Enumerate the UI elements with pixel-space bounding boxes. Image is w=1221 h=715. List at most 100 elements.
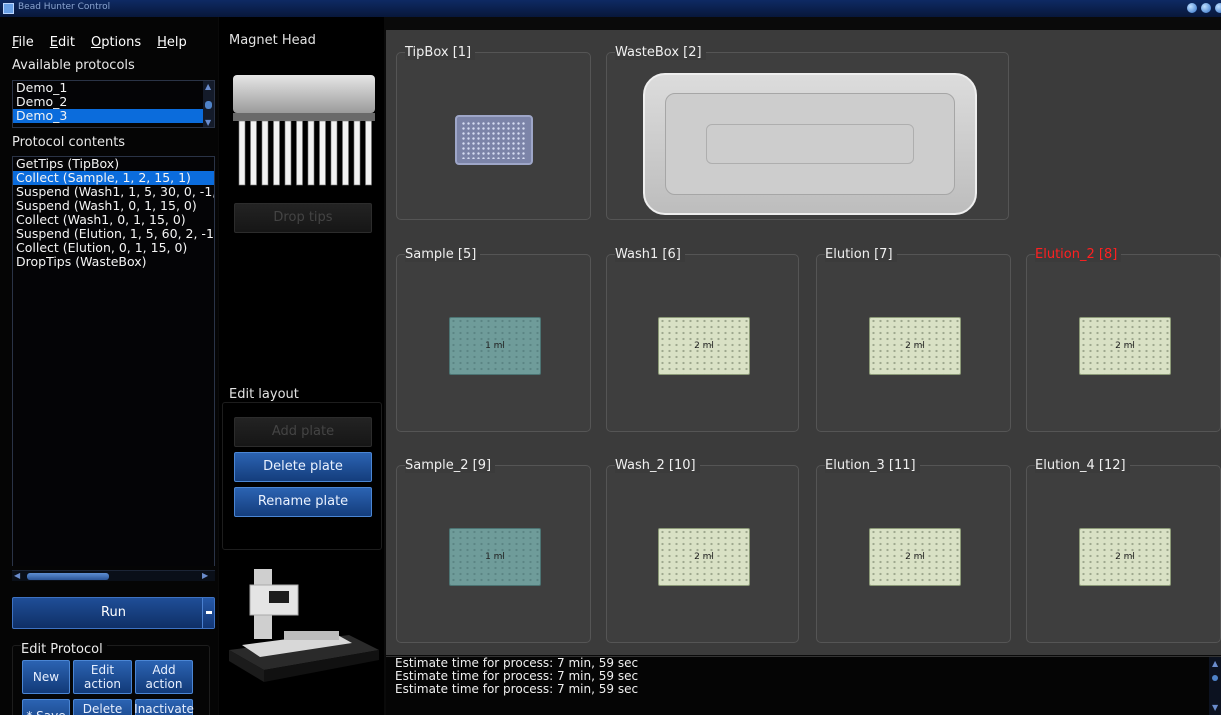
protocol-step-item[interactable]: Suspend (Wash1, 0, 1, 15, 0): [13, 199, 214, 213]
drop-tips-button[interactable]: Drop tips: [234, 203, 372, 233]
menu-edit[interactable]: Edit: [50, 35, 75, 50]
protocol-list-scrollbar[interactable]: ▲ ▼: [203, 81, 214, 127]
protocol-list[interactable]: Demo_1 Demo_2 Demo_3 ▲ ▼: [12, 80, 215, 128]
delete-plate-button[interactable]: Delete plate: [234, 452, 372, 482]
rename-plate-button[interactable]: Rename plate: [234, 487, 372, 517]
plate-volume-label: 2 ml: [1115, 552, 1135, 562]
plate[interactable]: 2 ml: [658, 317, 750, 375]
protocol-item[interactable]: Demo_3: [13, 109, 214, 123]
protocol-step-item[interactable]: GetTips (TipBox): [13, 157, 214, 171]
wastebox-icon[interactable]: [643, 73, 977, 215]
scroll-left-icon[interactable]: ◀: [14, 571, 20, 580]
magnet-head-label: Magnet Head: [229, 33, 316, 48]
scroll-up-icon[interactable]: ▲: [205, 82, 211, 91]
slot-title: Elution_4 [12]: [1035, 458, 1130, 473]
delete-action-button[interactable]: Delete action: [73, 699, 132, 715]
log-scrollbar[interactable]: ▲ ▼: [1209, 657, 1221, 715]
deck-slot[interactable]: Wash_2 [10] 2 ml: [606, 458, 799, 643]
slot-title: Wash_2 [10]: [615, 458, 700, 473]
minimize-button[interactable]: [1187, 3, 1197, 13]
protocol-contents-list[interactable]: GetTips (TipBox) Collect (Sample, 1, 2, 1…: [12, 156, 215, 566]
log-panel: Estimate time for process: 7 min, 59 sec…: [386, 656, 1221, 715]
magnet-pin: [261, 120, 269, 186]
slot-title: WasteBox [2]: [615, 45, 706, 60]
scroll-down-icon[interactable]: ▼: [205, 118, 211, 127]
window-title: Bead Hunter Control: [18, 2, 111, 12]
magnet-pin: [319, 120, 326, 186]
new-button[interactable]: New: [22, 660, 70, 694]
log-line: Estimate time for process: 7 min, 59 sec: [395, 682, 639, 696]
plate[interactable]: 2 ml: [658, 528, 750, 586]
menu-file[interactable]: File: [12, 35, 34, 50]
deck-slot[interactable]: Sample_2 [9] 1 ml: [396, 458, 591, 643]
hscroll-thumb[interactable]: [27, 573, 109, 580]
deck-slot[interactable]: Elution_4 [12] 2 ml: [1026, 458, 1221, 643]
add-plate-button[interactable]: Add plate: [234, 417, 372, 447]
scroll-thumb[interactable]: [205, 101, 212, 109]
maximize-button[interactable]: [1201, 3, 1211, 13]
protocol-step-item[interactable]: DropTips (WasteBox): [13, 255, 214, 269]
log-scroll-down-icon[interactable]: ▼: [1212, 703, 1218, 712]
magnet-pin: [330, 120, 338, 186]
log-scroll-thumb[interactable]: [1212, 675, 1218, 681]
plate-volume-label: 1 ml: [485, 552, 505, 562]
inactivate-action-button[interactable]: Inactivate action: [134, 699, 194, 715]
magnet-head-icon: [233, 75, 375, 186]
slot-title: TipBox [1]: [405, 45, 476, 60]
deck-slot[interactable]: Wash1 [6] 2 ml: [606, 247, 799, 432]
protocol-step-item[interactable]: Collect (Wash1, 0, 1, 15, 0): [13, 213, 214, 227]
magnet-pin: [284, 120, 292, 186]
magnet-pin: [273, 120, 280, 186]
contents-hscrollbar[interactable]: ◀ ▶: [12, 570, 215, 581]
title-bar: Bead Hunter Control: [0, 0, 1221, 17]
available-protocols-label: Available protocols: [12, 58, 135, 73]
run-dropdown-icon[interactable]: [202, 598, 214, 628]
plate[interactable]: 2 ml: [869, 528, 961, 586]
run-label: Run: [101, 605, 126, 620]
plate-volume-label: 2 ml: [694, 552, 714, 562]
middle-panel: Magnet Head Drop tips Edit layout Add pl…: [219, 17, 384, 715]
deck-slot[interactable]: Elution_2 [8] 2 ml: [1026, 247, 1221, 432]
magnet-pin: [342, 120, 349, 186]
deck-slot[interactable]: WasteBox [2]: [606, 45, 1009, 220]
deck-slot[interactable]: Elution [7] 2 ml: [816, 247, 1011, 432]
run-button[interactable]: Run: [12, 597, 215, 629]
edit-action-button[interactable]: Edit action: [73, 660, 132, 694]
protocol-step-item[interactable]: Suspend (Elution, 1, 5, 60, 2, -1, -: [13, 227, 214, 241]
menu-bar: File Edit Options Help: [12, 35, 203, 50]
edit-protocol-group: Edit Protocol New Edit action Add action…: [12, 642, 210, 715]
protocol-step-item[interactable]: Collect (Elution, 0, 1, 15, 0): [13, 241, 214, 255]
plate-volume-label: 2 ml: [905, 341, 925, 351]
slot-title: Sample [5]: [405, 247, 481, 262]
protocol-step-item[interactable]: Collect (Sample, 1, 2, 15, 1): [13, 171, 214, 185]
add-action-button[interactable]: Add action: [135, 660, 193, 694]
slot-title: Sample_2 [9]: [405, 458, 496, 473]
protocol-item[interactable]: Demo_1: [13, 81, 214, 95]
deck-slot[interactable]: TipBox [1]: [396, 45, 591, 220]
save-button[interactable]: * Save: [22, 699, 70, 715]
plate[interactable]: 1 ml: [449, 528, 541, 586]
menu-options[interactable]: Options: [91, 35, 141, 50]
left-panel: File Edit Options Help Available protoco…: [0, 17, 218, 715]
magnet-pin: [238, 120, 246, 186]
menu-help[interactable]: Help: [157, 35, 187, 50]
close-button[interactable]: [1215, 3, 1221, 13]
edit-protocol-label: Edit Protocol: [21, 642, 107, 657]
scroll-right-icon[interactable]: ▶: [202, 571, 208, 580]
plate-volume-label: 2 ml: [905, 552, 925, 562]
plate[interactable]: 2 ml: [1079, 528, 1171, 586]
protocol-step-item[interactable]: Suspend (Wash1, 1, 5, 30, 0, -1, (: [13, 185, 214, 199]
deck-slot[interactable]: Elution_3 [11] 2 ml: [816, 458, 1011, 643]
plate-volume-label: 1 ml: [485, 341, 505, 351]
plate-volume-label: 2 ml: [694, 341, 714, 351]
deck-layout: TipBox [1] WasteBox [2] Sample [5] 1 ml Wash…: [386, 30, 1221, 655]
protocol-item[interactable]: Demo_2: [13, 95, 214, 109]
plate[interactable]: 2 ml: [869, 317, 961, 375]
deck-slot[interactable]: Sample [5] 1 ml: [396, 247, 591, 432]
instrument-image: [229, 569, 379, 682]
plate[interactable]: 1 ml: [449, 317, 541, 375]
tipbox-icon[interactable]: [455, 115, 533, 165]
log-scroll-up-icon[interactable]: ▲: [1212, 659, 1218, 668]
plate[interactable]: 2 ml: [1079, 317, 1171, 375]
magnet-pin: [296, 120, 303, 186]
